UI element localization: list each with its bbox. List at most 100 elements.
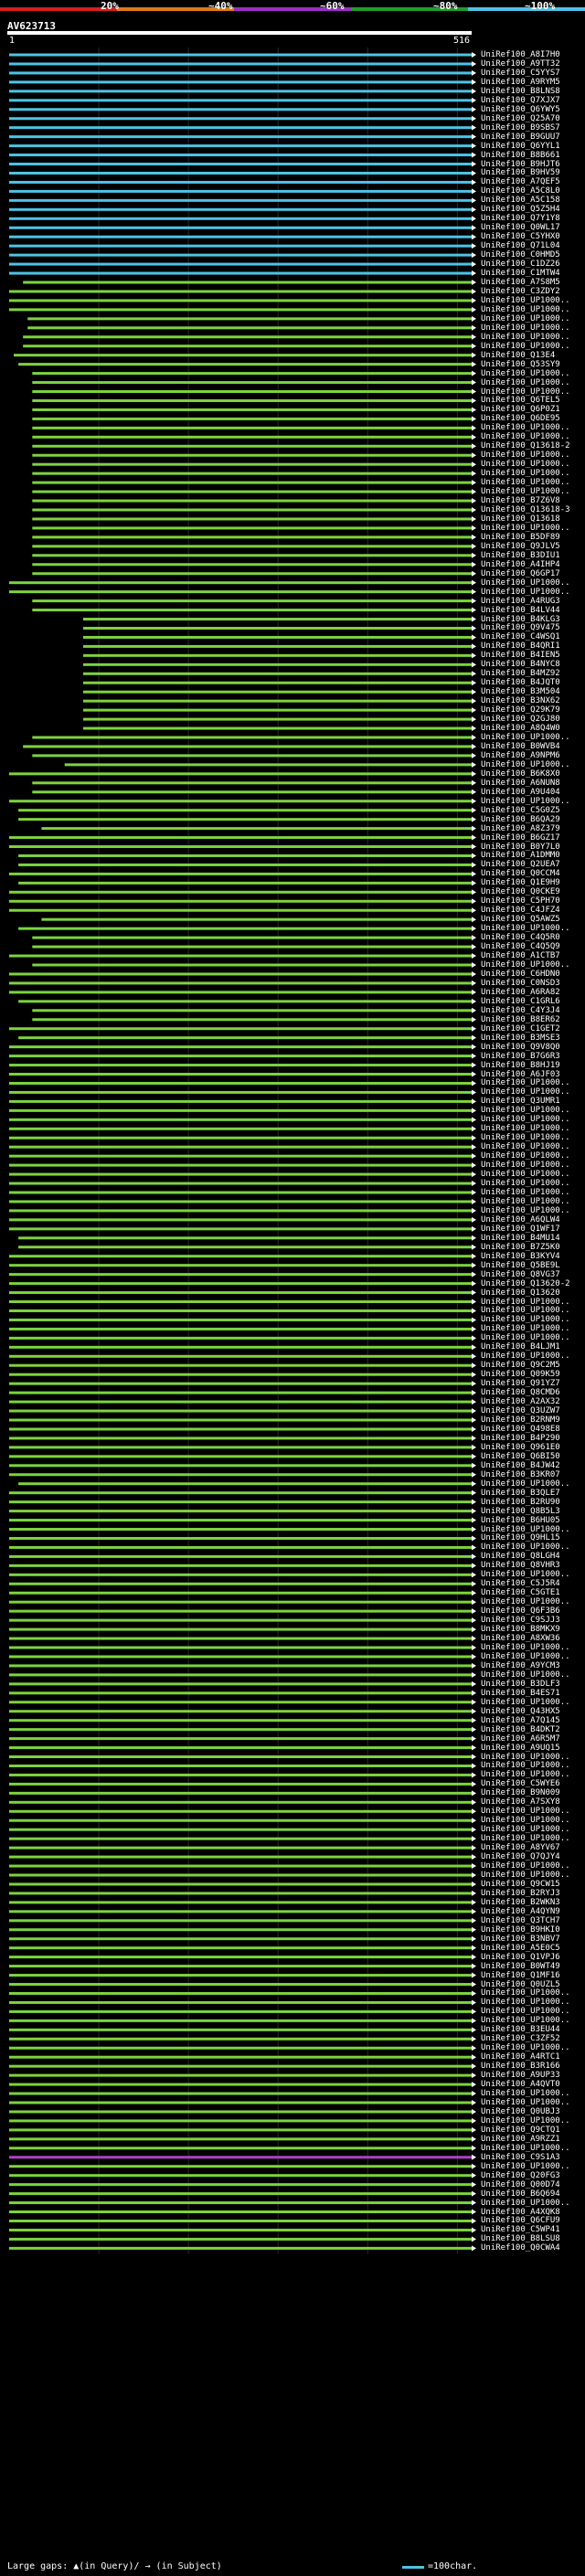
hit-label[interactable]: UniRef100_A9UP33 xyxy=(481,2072,560,2080)
hit-label[interactable]: UniRef100_UP1000.. xyxy=(481,1826,570,1834)
hit-label[interactable]: UniRef100_A4RUG3 xyxy=(481,597,560,606)
hit-label[interactable]: UniRef100_UP1000.. xyxy=(481,488,570,496)
hit-label[interactable]: UniRef100_UP1000.. xyxy=(481,1871,570,1880)
hit-label[interactable]: UniRef100_Q8VHR3 xyxy=(481,1562,560,1570)
hit-label[interactable]: UniRef100_B4DKT2 xyxy=(481,1725,560,1734)
hit-label[interactable]: UniRef100_UP1000.. xyxy=(481,1571,570,1579)
hit-label[interactable]: UniRef100_B8HJ19 xyxy=(481,1061,560,1070)
hit-label[interactable]: UniRef100_B3KYV4 xyxy=(481,1252,560,1261)
hit-label[interactable]: UniRef100_A6NUN8 xyxy=(481,779,560,788)
hit-label[interactable]: UniRef100_C5WYE6 xyxy=(481,1780,560,1788)
hit-label[interactable]: UniRef100_A6RA82 xyxy=(481,988,560,997)
hit-label[interactable]: UniRef100_B4JQT0 xyxy=(481,679,560,687)
hit-label[interactable]: UniRef100_A8I7H0 xyxy=(481,51,560,59)
hit-label[interactable]: UniRef100_UP1000.. xyxy=(481,1171,570,1179)
hit-label[interactable]: UniRef100_A8Q4W0 xyxy=(481,725,560,733)
hit-label[interactable]: UniRef100_UP1000.. xyxy=(481,461,570,469)
hit-label[interactable]: UniRef100_B4ES71 xyxy=(481,1689,560,1698)
hit-label[interactable]: UniRef100_UP1000.. xyxy=(481,305,570,314)
hit-label[interactable]: UniRef100_Q6BI50 xyxy=(481,1452,560,1461)
hit-label[interactable]: UniRef100_Q1MF16 xyxy=(481,1971,560,1980)
hit-label[interactable]: UniRef100_UP1000.. xyxy=(481,1116,570,1124)
hit-label[interactable]: UniRef100_UP1000.. xyxy=(481,296,570,305)
hit-label[interactable]: UniRef100_B8LSU8 xyxy=(481,2235,560,2243)
hit-label[interactable]: UniRef100_Q8LGH4 xyxy=(481,1553,560,1561)
hit-label[interactable]: UniRef100_UP1000.. xyxy=(481,1644,570,1652)
hit-label[interactable]: UniRef100_Q1WF17 xyxy=(481,1224,560,1234)
hit-label[interactable]: UniRef100_UP1000.. xyxy=(481,333,570,342)
hit-label[interactable]: UniRef100_B9GUU7 xyxy=(481,133,560,142)
hit-label[interactable]: UniRef100_Q498E8 xyxy=(481,1425,560,1434)
hit-label[interactable]: UniRef100_Q91YZ7 xyxy=(481,1380,560,1388)
hit-label[interactable]: UniRef100_UP1000.. xyxy=(481,524,570,533)
hit-label[interactable]: UniRef100_B9HJT6 xyxy=(481,160,560,169)
hit-label[interactable]: UniRef100_B3QLE7 xyxy=(481,1489,560,1498)
hit-label[interactable]: UniRef100_UP1000.. xyxy=(481,1334,570,1342)
hit-label[interactable]: UniRef100_B5DF89 xyxy=(481,533,560,542)
hit-label[interactable]: UniRef100_B2RYJ3 xyxy=(481,1889,560,1898)
hit-label[interactable]: UniRef100_UP1000.. xyxy=(481,1197,570,1206)
hit-label[interactable]: UniRef100_UP1000.. xyxy=(481,1771,570,1779)
hit-label[interactable]: UniRef100_Q2GJ80 xyxy=(481,716,560,724)
hit-label[interactable]: UniRef100_B7Z5K0 xyxy=(481,1243,560,1252)
hit-label[interactable]: UniRef100_B6Q694 xyxy=(481,2189,560,2199)
hit-label[interactable]: UniRef100_B4MU14 xyxy=(481,1234,560,1243)
hit-label[interactable]: UniRef100_A8XW36 xyxy=(481,1635,560,1643)
hit-label[interactable]: UniRef100_Q8B5L3 xyxy=(481,1507,560,1516)
hit-label[interactable]: UniRef100_A4QVT0 xyxy=(481,2081,560,2089)
hit-label[interactable]: UniRef100_B3DIU1 xyxy=(481,551,560,560)
hit-label[interactable]: UniRef100_C4Q5Q9 xyxy=(481,943,560,951)
hit-label[interactable]: UniRef100_C4JFZ4 xyxy=(481,906,560,915)
hit-label[interactable]: UniRef100_UP1000.. xyxy=(481,1125,570,1133)
hit-label[interactable]: UniRef100_Q5AWZ5 xyxy=(481,916,560,924)
hit-label[interactable]: UniRef100_UP1000.. xyxy=(481,1652,570,1661)
hit-label[interactable]: UniRef100_UP1000.. xyxy=(481,1206,570,1215)
hit-label[interactable]: UniRef100_A5C8L0 xyxy=(481,187,560,196)
hit-label[interactable]: UniRef100_Q3UMR1 xyxy=(481,1097,560,1106)
hit-label[interactable]: UniRef100_UP1000.. xyxy=(481,378,570,387)
hit-label[interactable]: UniRef100_Q20FG3 xyxy=(481,2171,560,2180)
hit-label[interactable]: UniRef100_B6QA29 xyxy=(481,815,560,824)
hit-label[interactable]: UniRef100_C3ZDY2 xyxy=(481,287,560,296)
hit-label[interactable]: UniRef100_Q53SY9 xyxy=(481,360,560,369)
hit-label[interactable]: UniRef100_Q9V475 xyxy=(481,624,560,632)
hit-label[interactable]: UniRef100_UP1000.. xyxy=(481,1298,570,1307)
hit-label[interactable]: UniRef100_UP1000.. xyxy=(481,1161,570,1170)
hit-label[interactable]: UniRef100_C5G0Z5 xyxy=(481,806,560,815)
hit-label[interactable]: UniRef100_UP1000.. xyxy=(481,1698,570,1707)
hit-label[interactable]: UniRef100_UP1000.. xyxy=(481,1152,570,1161)
hit-label[interactable]: UniRef100_UP1000.. xyxy=(481,1479,570,1489)
hit-label[interactable]: UniRef100_Q6DE95 xyxy=(481,415,560,423)
hit-label[interactable]: UniRef100_Q13E4 xyxy=(481,351,555,360)
hit-label[interactable]: UniRef100_UP1000.. xyxy=(481,1352,570,1361)
hit-label[interactable]: UniRef100_Q9V8Q0 xyxy=(481,1043,560,1052)
hit-label[interactable]: UniRef100_UP1000.. xyxy=(481,1670,570,1680)
hit-label[interactable]: UniRef100_Q09K59 xyxy=(481,1371,560,1379)
hit-label[interactable]: UniRef100_UP1000.. xyxy=(481,433,570,441)
hit-label[interactable]: UniRef100_C5YYS7 xyxy=(481,69,560,78)
hit-label[interactable]: UniRef100_Q9C2M5 xyxy=(481,1362,560,1370)
hit-label[interactable]: UniRef100_A5C158 xyxy=(481,196,560,205)
hit-label[interactable]: UniRef100_UP1000.. xyxy=(481,479,570,487)
hit-label[interactable]: UniRef100_UP1000.. xyxy=(481,2199,570,2208)
hit-label[interactable]: UniRef100_Q0UBJ3 xyxy=(481,2107,560,2116)
hit-label[interactable]: UniRef100_Q6CFU9 xyxy=(481,2217,560,2225)
hit-label[interactable]: UniRef100_Q0CCM4 xyxy=(481,870,560,878)
hit-label[interactable]: UniRef100_A7SXY8 xyxy=(481,1798,560,1807)
hit-label[interactable]: UniRef100_B8LNS8 xyxy=(481,87,560,96)
hit-label[interactable]: UniRef100_UP1000.. xyxy=(481,588,570,597)
hit-label[interactable]: UniRef100_B9HV59 xyxy=(481,169,560,177)
hit-label[interactable]: UniRef100_Q8VG37 xyxy=(481,1270,560,1279)
hit-label[interactable]: UniRef100_A6R5M7 xyxy=(481,1734,560,1744)
hit-label[interactable]: UniRef100_C4Y3J4 xyxy=(481,1006,560,1015)
hit-label[interactable]: UniRef100_UP1000.. xyxy=(481,2017,570,2025)
hit-label[interactable]: UniRef100_UP1000.. xyxy=(481,2162,570,2171)
hit-label[interactable]: UniRef100_C5GTE1 xyxy=(481,1589,560,1597)
hit-label[interactable]: UniRef100_Q43HX5 xyxy=(481,1707,560,1716)
hit-label[interactable]: UniRef100_C1MTW4 xyxy=(481,270,560,278)
hit-label[interactable]: UniRef100_A2AX32 xyxy=(481,1398,560,1406)
hit-label[interactable]: UniRef100_A6JF03 xyxy=(481,1070,560,1079)
hit-label[interactable]: UniRef100_Q1E9H9 xyxy=(481,879,560,887)
hit-label[interactable]: UniRef100_B6K8X0 xyxy=(481,769,560,779)
hit-label[interactable]: UniRef100_B9SBS7 xyxy=(481,123,560,133)
